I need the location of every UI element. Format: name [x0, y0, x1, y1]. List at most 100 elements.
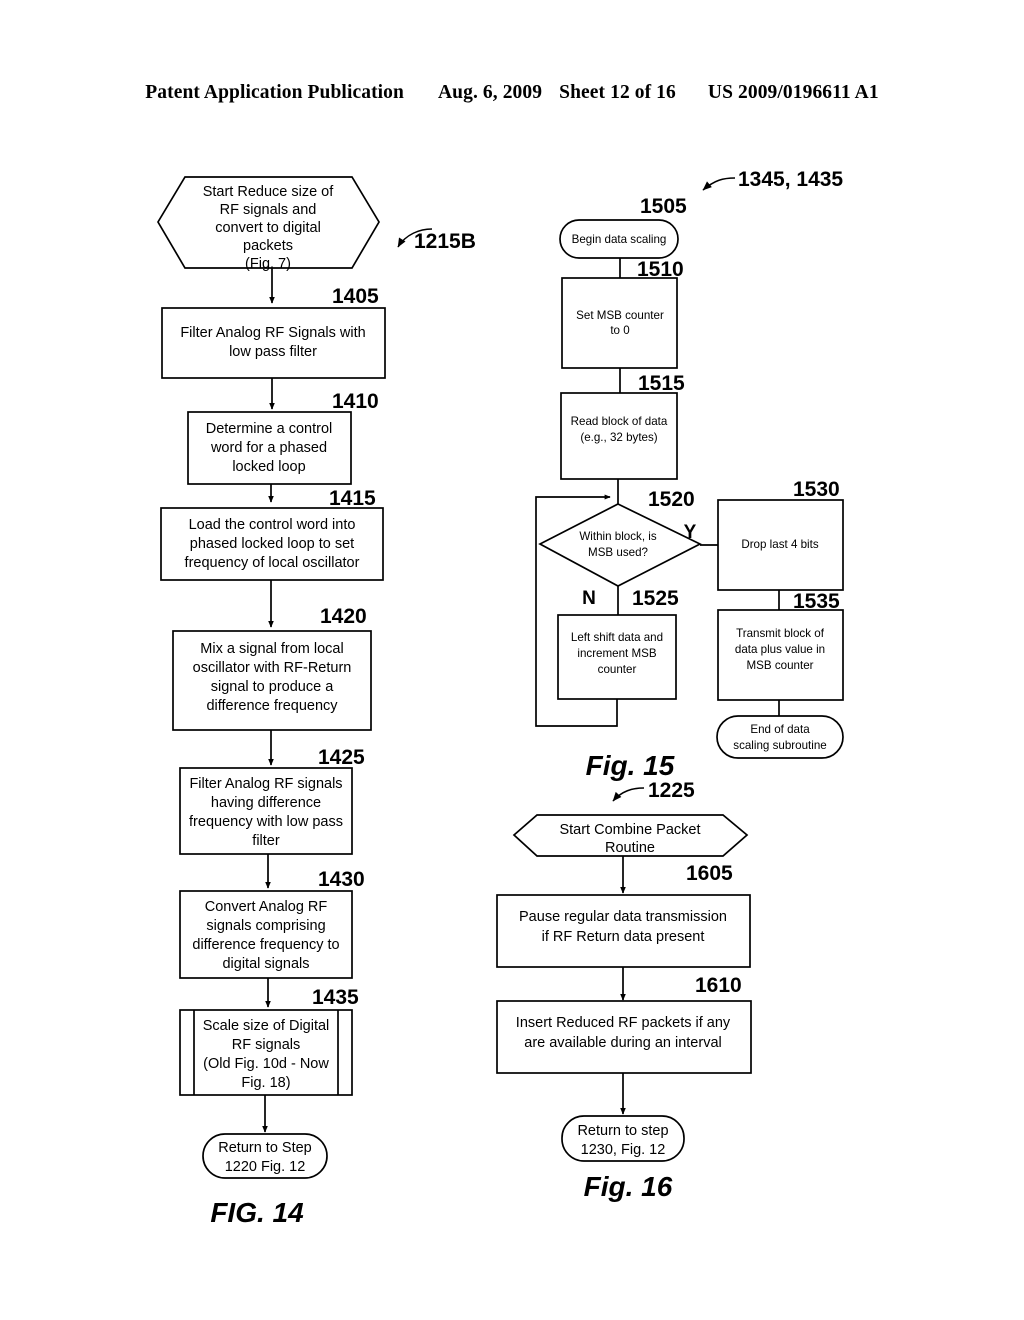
node-line: Determine a control: [206, 421, 333, 437]
fig16-group: 1225 Start Combine Packet Routine 1605 P…: [496, 779, 752, 1202]
callout-label: 1215B: [414, 230, 476, 253]
fig15-node-1535: Transmit block of data plus value in MSB…: [717, 609, 844, 701]
node-line: Begin data scaling: [572, 233, 667, 246]
node-line: Read block of data: [571, 415, 668, 428]
node-line: data plus value in: [735, 643, 825, 656]
node-line: End of data: [750, 723, 810, 736]
node-line: to 0: [610, 324, 629, 337]
flowchart-canvas: Start Reduce size of RF signals and conv…: [157, 168, 844, 1228]
ref-number-1410: 1410: [332, 390, 379, 413]
fig14-node-1420: Mix a signal from local oscillator with …: [172, 630, 372, 731]
node-line: (Old Fig. 10d - Now: [203, 1056, 329, 1072]
node-line: difference frequency to: [192, 937, 339, 953]
ref-number-1520: 1520: [648, 488, 695, 511]
node-line: (Fig. 7): [245, 256, 291, 272]
node-line: Filter Analog RF Signals with: [180, 325, 365, 341]
node-line: packets: [243, 238, 293, 254]
node-line: Set MSB counter: [576, 309, 664, 322]
node-line: word for a phased: [210, 440, 327, 456]
fig14-node-1410: Determine a control word for a phased lo…: [187, 411, 352, 485]
callout-label: 1345, 1435: [738, 168, 843, 191]
node-line: Pause regular data transmission: [519, 909, 727, 925]
node-line: (e.g., 32 bytes): [580, 431, 657, 444]
ref-number-1515: 1515: [638, 372, 685, 395]
node-line: Start Reduce size of: [203, 184, 335, 200]
callout-leader: [702, 177, 736, 191]
node-line: 1230, Fig. 12: [581, 1142, 666, 1158]
node-line: Fig. 18): [241, 1075, 290, 1091]
fig16-node-return: Return to step 1230, Fig. 12: [561, 1115, 685, 1162]
ref-number-1610: 1610: [695, 974, 742, 997]
fig14-node-start: Start Reduce size of RF signals and conv…: [157, 176, 380, 272]
fig14-node-1405: Filter Analog RF Signals with low pass f…: [161, 307, 386, 379]
fig15-node-end: End of data scaling subroutine: [716, 715, 844, 759]
fig16-label: Fig. 16: [584, 1171, 673, 1202]
node-line: if RF Return data present: [542, 929, 705, 945]
node-line: convert to digital: [215, 220, 321, 236]
node-line: Load the control word into: [189, 517, 356, 533]
process-shape: [561, 277, 678, 369]
node-line: are available during an interval: [524, 1035, 722, 1051]
node-line: signals comprising: [206, 918, 325, 934]
fig15-node-1525: Left shift data and increment MSB counte…: [557, 614, 677, 700]
node-line: counter: [598, 663, 637, 676]
fig14-callout-1215b: 1215B: [397, 228, 476, 253]
node-line: Convert Analog RF: [205, 899, 328, 915]
callout-leader: [612, 787, 645, 802]
ref-number-1415: 1415: [329, 487, 376, 510]
ref-number-1525: 1525: [632, 587, 679, 610]
node-line: digital signals: [222, 956, 309, 972]
node-line: Transmit block of: [736, 627, 825, 640]
fig15-label: Fig. 15: [586, 750, 675, 781]
fig14-group: Start Reduce size of RF signals and conv…: [157, 176, 476, 1228]
ref-number-1430: 1430: [318, 868, 365, 891]
ref-number-1530: 1530: [793, 478, 840, 501]
fig15-node-1520: Within block, is MSB used?: [538, 503, 702, 587]
node-line: MSB used?: [588, 546, 648, 559]
callout-label: 1225: [648, 779, 695, 802]
fig14-node-1425: Filter Analog RF signals having differen…: [179, 767, 353, 855]
node-line: MSB counter: [746, 659, 813, 672]
node-line: having difference: [211, 795, 321, 811]
fig14-node-1430: Convert Analog RF signals comprising dif…: [179, 890, 353, 979]
branch-label-no: N: [582, 588, 596, 609]
fig16-node-1605: Pause regular data transmission if RF Re…: [496, 894, 751, 968]
node-line: RF signals and: [220, 202, 317, 218]
fig15-node-1515: Read block of data (e.g., 32 bytes): [560, 392, 678, 480]
node-line: Within block, is: [579, 530, 657, 543]
node-line: filter: [252, 833, 280, 849]
ref-number-1605: 1605: [686, 862, 733, 885]
node-line: RF signals: [232, 1037, 301, 1053]
fig15-callout: 1345, 1435: [702, 168, 843, 191]
ref-number-1420: 1420: [320, 605, 367, 628]
fig14-node-return: Return to Step 1220 Fig. 12: [202, 1133, 328, 1179]
node-line: Drop last 4 bits: [741, 538, 819, 551]
node-line: Left shift data and: [571, 631, 663, 644]
node-line: Scale size of Digital: [203, 1018, 330, 1034]
node-line: Insert Reduced RF packets if any: [516, 1015, 731, 1031]
node-line: scaling subroutine: [733, 739, 826, 752]
decision-shape: [538, 503, 702, 587]
node-line: Start Combine Packet: [559, 822, 700, 838]
patent-page: Patent Application Publication Aug. 6, 2…: [0, 0, 1024, 1320]
fig15-node-1530: Drop last 4 bits: [717, 499, 844, 591]
node-line: frequency of local oscillator: [185, 555, 360, 571]
fig14-node-1415: Load the control word into phased locked…: [160, 507, 384, 581]
fig14-label: FIG. 14: [210, 1197, 304, 1228]
ref-number-1425: 1425: [318, 746, 365, 769]
node-line: signal to produce a: [211, 679, 334, 695]
fig15-node-1505: Begin data scaling: [559, 219, 679, 259]
node-line: locked loop: [232, 459, 305, 475]
fig16-node-start: Start Combine Packet Routine: [512, 814, 749, 857]
node-line: Return to step: [577, 1123, 668, 1139]
fig16-callout: 1225: [612, 779, 695, 802]
node-line: Routine: [605, 840, 655, 856]
node-line: low pass filter: [229, 344, 317, 360]
node-line: 1220 Fig. 12: [225, 1159, 306, 1175]
fig14-node-1435: Scale size of Digital RF signals (Old Fi…: [179, 1009, 353, 1096]
node-line: oscillator with RF-Return: [193, 660, 352, 676]
node-line: Return to Step: [218, 1140, 312, 1156]
node-line: Filter Analog RF signals: [189, 776, 342, 792]
branch-label-yes: Y: [684, 522, 697, 543]
ref-number-1435: 1435: [312, 986, 359, 1009]
